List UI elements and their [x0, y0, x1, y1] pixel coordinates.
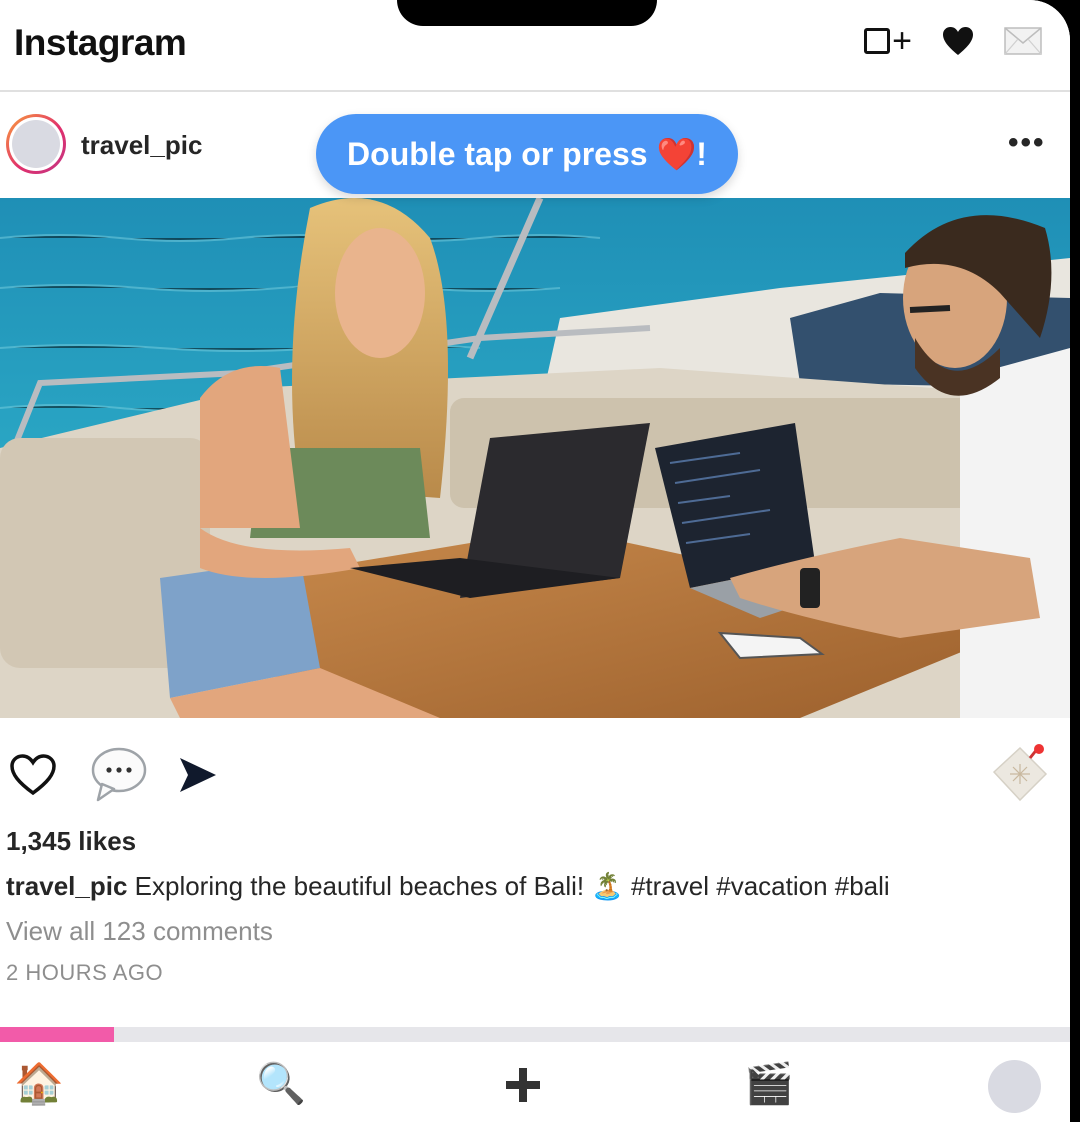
- post-photo-image: [0, 198, 1070, 718]
- bookmark-note-icon[interactable]: [990, 744, 1050, 804]
- home-icon[interactable]: 🏠: [14, 1060, 64, 1108]
- heart-icon[interactable]: [942, 26, 974, 56]
- caption-text: Exploring the beautiful beaches of Bali!…: [134, 871, 890, 901]
- notch: [397, 0, 657, 26]
- post-actions: [0, 740, 1070, 810]
- double-tap-tooltip: Double tap or press ❤️!: [316, 114, 738, 194]
- bottom-nav: 🏠 🔍 🎬: [0, 1042, 1070, 1122]
- search-icon[interactable]: 🔍: [256, 1060, 306, 1108]
- post-caption: travel_pic Exploring the beautiful beach…: [6, 871, 890, 902]
- new-post-icon[interactable]: +: [864, 24, 912, 58]
- heart-outline-icon[interactable]: [10, 754, 56, 796]
- post-photo[interactable]: [0, 198, 1070, 718]
- caption-username[interactable]: travel_pic: [6, 871, 127, 901]
- top-icons: +: [864, 24, 1042, 58]
- speech-bubble-icon[interactable]: [90, 746, 148, 802]
- reels-icon[interactable]: 🎬: [744, 1060, 794, 1108]
- story-progress-bar: [0, 1027, 1070, 1042]
- view-comments-link[interactable]: View all 123 comments: [6, 916, 273, 947]
- more-options-button[interactable]: •••: [1008, 126, 1046, 160]
- profile-avatar[interactable]: [988, 1060, 1041, 1113]
- progress-fill: [0, 1027, 115, 1042]
- send-arrow-icon[interactable]: [178, 756, 218, 794]
- phone-screen: Instagram + travel_pic ••• Double tap or…: [0, 0, 1070, 1122]
- likes-count[interactable]: 1,345 likes: [6, 826, 136, 857]
- app-title: Instagram: [14, 22, 187, 63]
- post-username[interactable]: travel_pic: [81, 130, 202, 161]
- mail-icon[interactable]: [1004, 27, 1042, 55]
- add-icon[interactable]: [504, 1066, 542, 1104]
- post-timestamp: 2 HOURS AGO: [6, 960, 164, 985]
- user-avatar[interactable]: [6, 114, 66, 174]
